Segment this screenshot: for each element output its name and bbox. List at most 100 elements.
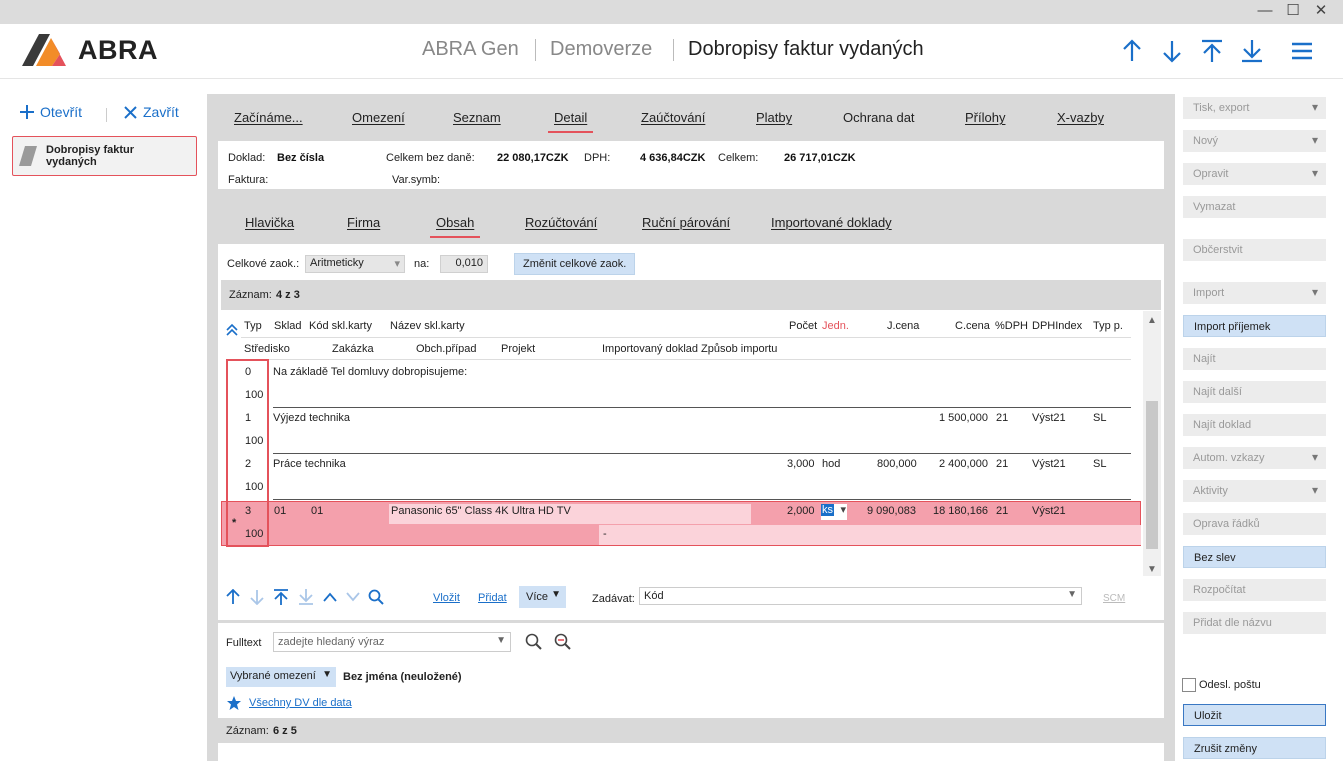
col-importovany[interactable]: Importovaný doklad xyxy=(602,343,698,355)
col-ccena[interactable]: C.cena xyxy=(955,320,990,332)
row2-text[interactable]: Práce technika xyxy=(273,458,346,470)
zadavat-select[interactable]: Kód ▼ xyxy=(639,587,1082,605)
new-button[interactable]: Nový xyxy=(1183,130,1326,152)
arrow-up-icon[interactable] xyxy=(1120,38,1144,64)
col-stredisko[interactable]: Středisko xyxy=(244,343,290,355)
arrow-up-icon[interactable] xyxy=(226,589,240,605)
row3-text[interactable]: Panasonic 65" Class 4K Ultra HD TV xyxy=(391,505,571,517)
tab-firma[interactable]: Firma xyxy=(347,215,380,230)
save-button[interactable]: Uložit xyxy=(1183,704,1326,726)
col-jcena[interactable]: J.cena xyxy=(887,320,919,332)
col-dph[interactable]: %DPH xyxy=(995,320,1028,332)
col-zakazka[interactable]: Zakázka xyxy=(332,343,374,355)
rounding-value-input[interactable]: 0,010 xyxy=(440,255,488,273)
tab-rucni-parovani[interactable]: Ruční párování xyxy=(642,215,730,230)
tab-ochrana-dat[interactable]: Ochrana dat xyxy=(843,110,915,125)
row0-text[interactable]: Na základě Tel domluvy dobropisujeme: xyxy=(273,366,467,378)
col-sklad[interactable]: Sklad xyxy=(274,320,302,332)
maximize-icon[interactable]: ☐ xyxy=(1282,1,1304,21)
add-by-name-button[interactable]: Přidat dle názvu xyxy=(1183,612,1326,634)
fulltext-input[interactable]: zadejte hledaný výraz ▼ xyxy=(273,632,511,652)
no-discounts-button[interactable]: Bez slev xyxy=(1183,546,1326,568)
delete-button[interactable]: Vymazat xyxy=(1183,196,1326,218)
arrow-first-icon[interactable] xyxy=(273,589,289,605)
tab-importovane-doklady[interactable]: Importované doklady xyxy=(771,215,892,230)
tab-seznam[interactable]: Seznam xyxy=(453,110,501,125)
minimize-icon[interactable]: — xyxy=(1254,1,1276,21)
arrow-first-icon[interactable] xyxy=(1200,38,1224,64)
restriction-select-label: Vybrané omezení xyxy=(230,670,316,682)
col-projekt[interactable]: Projekt xyxy=(501,343,535,355)
rounding-mode-select[interactable]: Aritmeticky ▾ xyxy=(305,255,405,273)
close-window-icon[interactable]: ✕ xyxy=(1310,1,1332,21)
row3-sklad[interactable]: 01 xyxy=(274,505,286,517)
refresh-button[interactable]: Občerstvit xyxy=(1183,239,1326,261)
col-obchpripad[interactable]: Obch.případ xyxy=(416,343,477,355)
open-document-item[interactable]: Dobropisy faktur vydaných xyxy=(12,136,197,176)
tab-obsah[interactable]: Obsah xyxy=(429,215,481,238)
search-icon[interactable] xyxy=(525,633,542,650)
import-button[interactable]: Import xyxy=(1183,282,1326,304)
edit-button[interactable]: Opravit xyxy=(1183,163,1326,185)
col-zpusob-importu[interactable]: Způsob importu xyxy=(701,343,777,355)
tab-detail[interactable]: Detail xyxy=(547,110,594,133)
row1-text[interactable]: Výjezd technika xyxy=(273,412,350,424)
scroll-thumb[interactable] xyxy=(1146,401,1158,549)
row3-dph: 21 xyxy=(996,505,1009,517)
find-next-button[interactable]: Najít další xyxy=(1183,381,1326,403)
tab-zauctovani[interactable]: Zaúčtování xyxy=(641,110,705,125)
star-icon[interactable] xyxy=(226,695,242,711)
tab-prilohy[interactable]: Přílohy xyxy=(965,110,1005,125)
favorite-filter-link[interactable]: Všechny DV dle data xyxy=(249,697,352,709)
col-pocet[interactable]: Počet xyxy=(789,320,817,332)
add-link[interactable]: Přidat xyxy=(478,592,507,604)
row3-pocet[interactable]: 2,000 xyxy=(787,505,815,517)
arrow-down-icon[interactable] xyxy=(1160,38,1184,64)
arrow-last-icon[interactable] xyxy=(1240,38,1264,64)
send-mail-checkbox[interactable] xyxy=(1182,678,1196,692)
advanced-search-icon[interactable] xyxy=(554,633,572,650)
close-button[interactable]: Zavřít xyxy=(124,104,179,120)
arrow-down-icon[interactable] xyxy=(250,589,264,605)
col-kod[interactable]: Kód skl.karty xyxy=(309,320,372,332)
tab-x-vazby[interactable]: X-vazby xyxy=(1057,110,1104,125)
scm-link[interactable]: SCM xyxy=(1103,593,1125,604)
auto-messages-button[interactable]: Autom. vzkazy xyxy=(1183,447,1326,469)
tab-hlavicka[interactable]: Hlavička xyxy=(245,215,294,230)
chevron-up-icon[interactable] xyxy=(323,592,337,602)
fix-rows-button[interactable]: Oprava řádků xyxy=(1183,513,1326,535)
col-nazev[interactable]: Název skl.karty xyxy=(390,320,465,332)
print-export-button[interactable]: Tisk, export xyxy=(1183,97,1326,119)
find-button[interactable]: Najít xyxy=(1183,348,1326,370)
header-divider xyxy=(673,39,674,61)
hamburger-menu-icon[interactable] xyxy=(1290,38,1314,64)
collapse-icon[interactable] xyxy=(225,322,239,336)
tab-rozuctovani[interactable]: Rozúčtování xyxy=(525,215,597,230)
open-button[interactable]: Otevřít xyxy=(20,104,82,120)
col-typ[interactable]: Typ xyxy=(244,320,262,332)
col-jedn[interactable]: Jedn. xyxy=(822,320,849,332)
more-menu-button[interactable]: Více ▼ xyxy=(519,586,566,608)
chevron-down-icon[interactable] xyxy=(346,592,360,602)
splitter[interactable] xyxy=(218,620,1164,623)
find-document-button[interactable]: Najít doklad xyxy=(1183,414,1326,436)
row3-kod[interactable]: 01 xyxy=(311,505,323,517)
unit-select[interactable]: ks ▾ xyxy=(821,504,847,520)
tab-platby[interactable]: Platby xyxy=(756,110,792,125)
tab-zaciname[interactable]: Začínáme... xyxy=(234,110,303,125)
activities-button[interactable]: Aktivity xyxy=(1183,480,1326,502)
tab-omezeni[interactable]: Omezení xyxy=(352,110,405,125)
col-dphindex[interactable]: DPHIndex xyxy=(1032,320,1082,332)
search-icon[interactable] xyxy=(368,589,384,605)
scroll-up-icon[interactable]: ▲ xyxy=(1147,315,1157,326)
scroll-down-icon[interactable]: ▼ xyxy=(1147,564,1157,575)
col-typp[interactable]: Typ p. xyxy=(1093,320,1123,332)
change-rounding-button[interactable]: Změnit celkové zaok. xyxy=(514,253,636,275)
grid-scrollbar[interactable]: ▲ ▼ xyxy=(1143,311,1161,576)
restriction-select[interactable]: Vybrané omezení ▼ xyxy=(226,667,336,687)
cancel-changes-button[interactable]: Zrušit změny xyxy=(1183,737,1326,759)
calculate-button[interactable]: Rozpočítat xyxy=(1183,579,1326,601)
import-receipts-button[interactable]: Import příjemek xyxy=(1183,315,1326,337)
insert-link[interactable]: Vložit xyxy=(433,592,460,604)
arrow-last-icon[interactable] xyxy=(298,589,314,605)
